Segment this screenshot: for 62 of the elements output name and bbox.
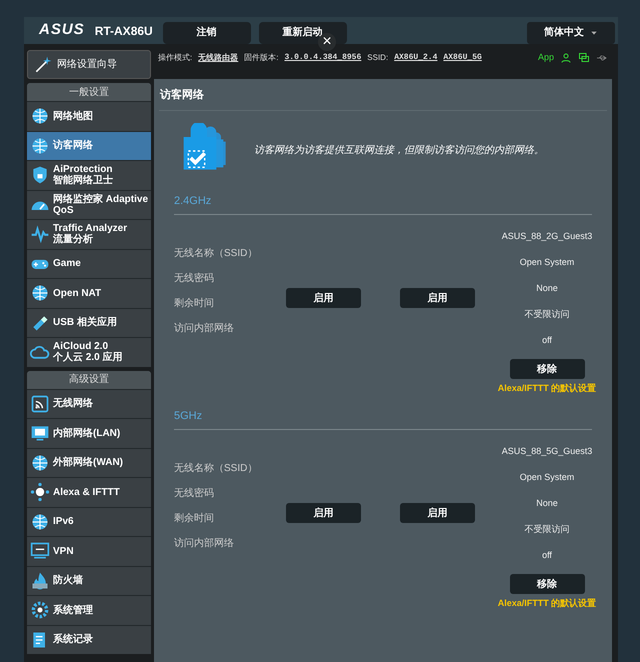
band-title: 5GHz xyxy=(174,408,592,430)
alexa-ifttt-link[interactable]: Alexa/IFTTT 的默认设置 xyxy=(498,382,596,396)
remove-button[interactable]: 移除 xyxy=(510,574,584,594)
globe-icon xyxy=(30,106,50,126)
field-label: 访问内部网络 xyxy=(174,537,235,551)
caret-icon xyxy=(590,28,598,36)
enable-button[interactable]: 启用 xyxy=(400,288,475,308)
pulse-icon xyxy=(30,224,50,244)
field-label: 无线密码 xyxy=(174,487,215,501)
remove-button[interactable]: 移除 xyxy=(510,359,584,379)
globe-icon xyxy=(30,512,50,532)
ssid-link[interactable]: AX86U_2.4 xyxy=(394,52,438,64)
field-label: 访问内部网络 xyxy=(174,322,235,336)
status-label: 操作模式: xyxy=(158,52,192,64)
model-name: RT-AX86U xyxy=(94,22,154,40)
firmware-link[interactable]: 3.0.0.4.384_8956 xyxy=(284,52,362,64)
sidebar-item[interactable]: 系统记录 xyxy=(27,624,151,654)
status-label: SSID: xyxy=(367,52,388,64)
sidebar-item[interactable]: AiCloud 2.0 个人云 2.0 应用 xyxy=(27,337,151,366)
wizard-button[interactable]: 网络设置向导 xyxy=(27,50,151,79)
language-dropdown[interactable]: 简体中文 xyxy=(527,22,615,44)
field-label: 无线名称（SSID） xyxy=(174,462,258,476)
globe-icon xyxy=(30,283,50,304)
app-link[interactable]: App xyxy=(538,50,554,64)
section-header: 一般设置 xyxy=(27,83,151,101)
field-label: 剩余时间 xyxy=(174,297,215,311)
person-icon xyxy=(560,52,572,64)
ssid-link[interactable]: AX86U_5G xyxy=(443,52,482,64)
band-title: 2.4GHz xyxy=(174,192,592,215)
guest-value: off xyxy=(542,549,552,562)
header-button[interactable]: 注销 xyxy=(162,22,251,44)
guest-value: 不受限访问 xyxy=(524,308,570,321)
guest-value: None xyxy=(536,282,558,295)
guest-value: ASUS_88_2G_Guest3 xyxy=(502,230,592,243)
globe-icon xyxy=(30,452,50,473)
devices-icon xyxy=(578,52,590,64)
enable-button[interactable]: 启用 xyxy=(286,288,361,308)
globe-icon xyxy=(30,136,50,156)
guest-value: off xyxy=(542,334,552,347)
wifi-icon xyxy=(30,394,50,414)
op-mode-link[interactable]: 无线路由器 xyxy=(198,52,238,64)
page-title: 访客网络 xyxy=(159,87,607,110)
field-label: 无线密码 xyxy=(174,272,215,286)
network-icon xyxy=(30,482,50,502)
field-label: 剩余时间 xyxy=(174,512,215,526)
description-text: 访客网络为访客提供互联网连接，但限制访客访问您的内部网络。 xyxy=(254,144,544,158)
section-header: 高级设置 xyxy=(27,370,151,388)
guest-value: ASUS_88_5G_Guest3 xyxy=(502,445,592,458)
flame-icon xyxy=(30,570,50,591)
guest-value: Open System xyxy=(520,471,574,484)
guest-value: None xyxy=(536,497,558,510)
guest-value: Open System xyxy=(520,256,574,269)
monitor-icon xyxy=(30,541,50,562)
alexa-ifttt-link[interactable]: Alexa/IFTTT 的默认设置 xyxy=(498,597,596,610)
brand-logo: ASUS xyxy=(39,20,85,40)
enable-button[interactable]: 启用 xyxy=(400,503,475,524)
guest-value: 不受限访问 xyxy=(524,523,570,536)
wand-icon xyxy=(33,54,53,74)
enable-button[interactable]: 启用 xyxy=(286,503,361,524)
field-label: 无线名称（SSID） xyxy=(174,247,258,261)
sidebar-item[interactable]: 访客网络 xyxy=(27,130,151,160)
status-label: 固件版本: xyxy=(244,52,278,64)
